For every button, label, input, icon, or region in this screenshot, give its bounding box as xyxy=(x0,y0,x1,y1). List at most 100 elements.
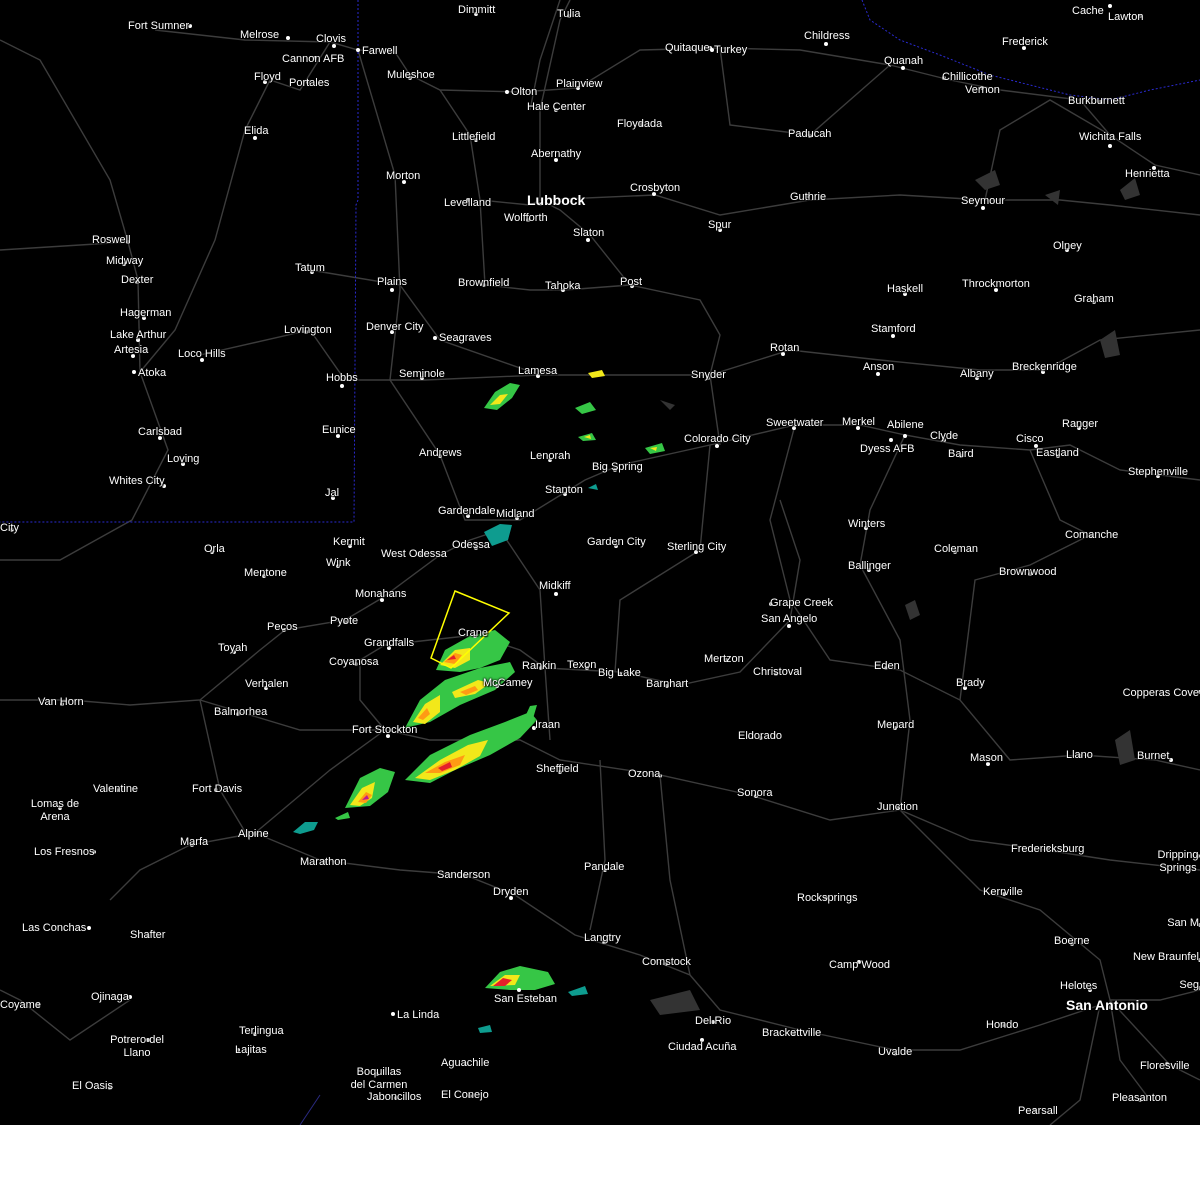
city-label-tatum: Tatum xyxy=(295,262,325,274)
city-label-lubbock: Lubbock xyxy=(527,192,586,208)
city-label-crosbyton: Crosbyton xyxy=(630,182,681,194)
city-label-roswell: Roswell xyxy=(92,234,131,246)
city-label-atoka: Atoka xyxy=(138,367,167,379)
city-label-junction: Junction xyxy=(877,801,918,813)
city-label-pleasanton: Pleasanton xyxy=(1112,1092,1168,1104)
city-label-garden-city: Garden City xyxy=(587,536,646,548)
city-label-hale-center: Hale Center xyxy=(527,101,586,113)
city-label-boerne: Boerne xyxy=(1054,935,1090,947)
city-label-ciudad-acu-a: Ciudad Acuña xyxy=(668,1041,737,1053)
city-label-lamesa: Lamesa xyxy=(518,365,558,377)
city-label-christoval: Christoval xyxy=(753,666,802,678)
city-label-fort-sumner: Fort Sumner xyxy=(128,20,190,32)
city-label-andrews: Andrews xyxy=(419,447,462,459)
city-label-toyah: Toyah xyxy=(218,642,248,654)
city-label-abernathy: Abernathy xyxy=(531,148,582,160)
city-label-whites-city: Whites City xyxy=(109,475,165,487)
city-label-paducah: Paducah xyxy=(788,128,832,140)
city-label-iraan: Iraan xyxy=(535,719,561,731)
city-label-verhalen: Verhalen xyxy=(245,678,289,690)
city-label-marfa: Marfa xyxy=(180,836,209,848)
city-label-valentine: Valentine xyxy=(93,783,139,795)
city-label-la-linda: La Linda xyxy=(397,1009,440,1021)
city-label-fort-stockton: Fort Stockton xyxy=(352,724,418,736)
city-label-rocksprings: Rocksprings xyxy=(797,892,858,904)
city-label-llano: Llano xyxy=(1066,749,1093,761)
city-label-lomas-de-arena: Lomas de Arena xyxy=(30,798,80,823)
city-label-denver-city: Denver City xyxy=(366,321,424,333)
city-label-colorado-city: Colorado City xyxy=(684,433,751,445)
city-label-midland: Midland xyxy=(496,508,535,520)
city-label-eden: Eden xyxy=(874,660,900,672)
city-label-los-fresnos: Los Fresnos xyxy=(34,846,95,858)
city-label-frederick: Frederick xyxy=(1002,36,1048,48)
city-label-mason: Mason xyxy=(970,752,1004,764)
radar-map[interactable]: Dimmitt Tulia Cache Lawton Fort Sumner Melros… xyxy=(0,0,1200,1125)
city-label-graham: Graham xyxy=(1074,293,1114,305)
city-label-sweetwater: Sweetwater xyxy=(766,417,824,429)
city-label-eastland: Eastland xyxy=(1036,447,1079,459)
city-label-big-lake: Big Lake xyxy=(598,667,641,679)
city-label-seg: Seg xyxy=(1179,979,1199,991)
city-label-vernon: Vernon xyxy=(965,84,1000,96)
city-label-tulia: Tulia xyxy=(557,8,581,20)
city-label-grandfalls: Grandfalls xyxy=(364,637,415,649)
city-label-loving: Loving xyxy=(167,453,200,465)
city-label-barnhart: Barnhart xyxy=(646,678,689,690)
road-network xyxy=(0,0,1200,1125)
city-marker-cache xyxy=(1108,4,1112,8)
city-label-floydada: Floydada xyxy=(617,118,663,130)
city-label-burkburnett: Burkburnett xyxy=(1068,95,1125,107)
city-label-crane: Crane xyxy=(458,627,488,639)
city-label-city: City xyxy=(0,522,19,534)
city-label-olton: Olton xyxy=(511,86,538,98)
city-marker-burnet xyxy=(1169,758,1173,762)
city-label-lenorah: Lenorah xyxy=(530,450,571,462)
city-label-pandale: Pandale xyxy=(584,861,625,873)
city-label-floyd: Floyd xyxy=(254,71,281,83)
city-label-post: Post xyxy=(620,276,643,288)
city-label-hobbs: Hobbs xyxy=(326,372,358,384)
city-label-midkiff: Midkiff xyxy=(539,580,571,592)
city-label-mentone: Mentone xyxy=(244,567,287,579)
city-label-wolfforth: Wolfforth xyxy=(504,212,548,224)
city-marker-farwell xyxy=(356,48,360,52)
city-label-grape-creek: Grape Creek xyxy=(770,597,833,609)
city-label-eldorado: Eldorado xyxy=(738,730,783,742)
city-label-big-spring: Big Spring xyxy=(592,461,643,473)
city-label-anson: Anson xyxy=(863,361,895,373)
city-label-sonora: Sonora xyxy=(737,787,773,799)
city-label-lajitas: Lajitas xyxy=(235,1044,267,1056)
city-label-haskell: Haskell xyxy=(887,283,924,295)
city-label-kerrville: Kerrville xyxy=(983,886,1023,898)
city-label-quanah: Quanah xyxy=(884,55,924,67)
city-label-copperas-cove: Copperas Cove xyxy=(1122,687,1199,699)
city-label-clovis: Clovis xyxy=(316,33,346,45)
city-label-clyde: Clyde xyxy=(930,430,959,442)
city-label-seymour: Seymour xyxy=(961,195,1006,207)
city-label-coyame: Coyame xyxy=(0,999,41,1011)
city-label-seagraves: Seagraves xyxy=(439,332,492,344)
city-label-coyanosa: Coyanosa xyxy=(329,656,379,668)
city-label-fredericksburg: Fredericksburg xyxy=(1011,843,1085,855)
city-marker-las-conchas xyxy=(87,926,91,930)
city-label-orla: Orla xyxy=(204,543,225,555)
city-label-burnet: Burnet xyxy=(1137,750,1170,762)
city-label-pecos: Pecos xyxy=(267,621,298,633)
city-label-san-esteban: San Esteban xyxy=(494,993,557,1005)
city-label-las-conchas: Las Conchas xyxy=(22,922,87,934)
city-label-carlsbad: Carlsbad xyxy=(138,426,183,438)
city-label-rotan: Rotan xyxy=(770,342,800,354)
city-label-wichita-falls: Wichita Falls xyxy=(1079,131,1142,143)
city-label-brownfield: Brownfield xyxy=(458,277,510,289)
city-label-monahans: Monahans xyxy=(355,588,407,600)
city-label-olney: Olney xyxy=(1053,240,1082,252)
city-marker-atoka xyxy=(132,370,136,374)
city-label-loco-hills: Loco Hills xyxy=(178,348,226,360)
city-label-kermit: Kermit xyxy=(333,536,365,548)
city-label-cannon-afb: Cannon AFB xyxy=(282,53,345,65)
city-label-el-conejo: El Conejo xyxy=(441,1089,489,1101)
city-label-menard: Menard xyxy=(877,719,915,731)
rio-grande-border xyxy=(299,1094,321,1125)
city-label-marathon: Marathon xyxy=(300,856,347,868)
